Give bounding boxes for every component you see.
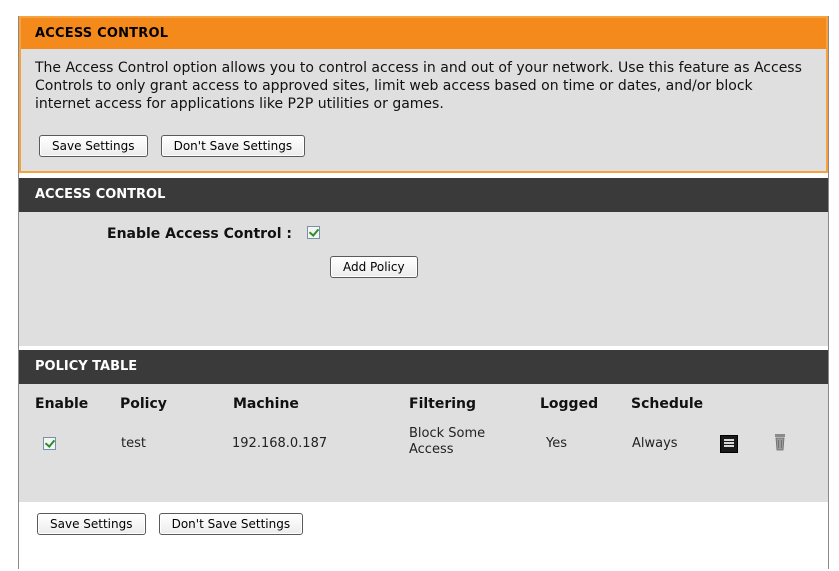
policy-schedule: Always bbox=[632, 436, 678, 451]
policy-logged: Yes bbox=[546, 436, 567, 451]
policy-table-section: POLICY TABLE Enable Policy Machine Filte… bbox=[19, 350, 828, 502]
section-title: ACCESS CONTROL bbox=[19, 178, 828, 212]
column-header-schedule: Schedule bbox=[631, 396, 704, 412]
column-header-enable: Enable bbox=[35, 396, 89, 412]
policy-filtering-line1: Block Some bbox=[409, 426, 486, 441]
policy-filtering-line2: Access bbox=[409, 442, 454, 457]
add-policy-button[interactable]: Add Policy bbox=[330, 256, 418, 278]
intro-button-row: Save Settings Don't Save Settings bbox=[39, 135, 313, 157]
access-control-section: ACCESS CONTROL Enable Access Control : A… bbox=[19, 178, 828, 346]
enable-access-control-row: Enable Access Control : bbox=[107, 226, 320, 242]
enable-access-control-label: Enable Access Control : bbox=[107, 226, 292, 242]
enable-access-control-checkbox[interactable] bbox=[306, 226, 320, 239]
dont-save-settings-button[interactable]: Don't Save Settings bbox=[158, 513, 304, 535]
policy-enable-checkbox[interactable] bbox=[43, 437, 56, 450]
intro-description: The Access Control option allows you to … bbox=[35, 60, 802, 112]
intro-title: ACCESS CONTROL bbox=[21, 18, 826, 49]
intro-panel: ACCESS CONTROL The Access Control option… bbox=[19, 16, 828, 173]
dont-save-settings-button[interactable]: Don't Save Settings bbox=[160, 135, 306, 157]
section-title: POLICY TABLE bbox=[19, 350, 828, 384]
policy-machine: 192.168.0.187 bbox=[232, 436, 328, 451]
column-header-machine: Machine bbox=[233, 396, 299, 412]
save-settings-button[interactable]: Save Settings bbox=[39, 135, 148, 157]
column-header-logged: Logged bbox=[540, 396, 599, 412]
footer-button-row: Save Settings Don't Save Settings bbox=[37, 513, 311, 535]
policy-filtering: Block Some Access bbox=[409, 426, 485, 458]
column-header-filtering: Filtering bbox=[409, 396, 477, 412]
trash-icon[interactable] bbox=[773, 433, 787, 451]
edit-icon[interactable] bbox=[720, 435, 738, 453]
column-header-policy: Policy bbox=[120, 396, 167, 412]
access-control-page: ACCESS CONTROL The Access Control option… bbox=[18, 16, 829, 569]
policy-name: test bbox=[121, 436, 146, 451]
save-settings-button[interactable]: Save Settings bbox=[37, 513, 146, 535]
